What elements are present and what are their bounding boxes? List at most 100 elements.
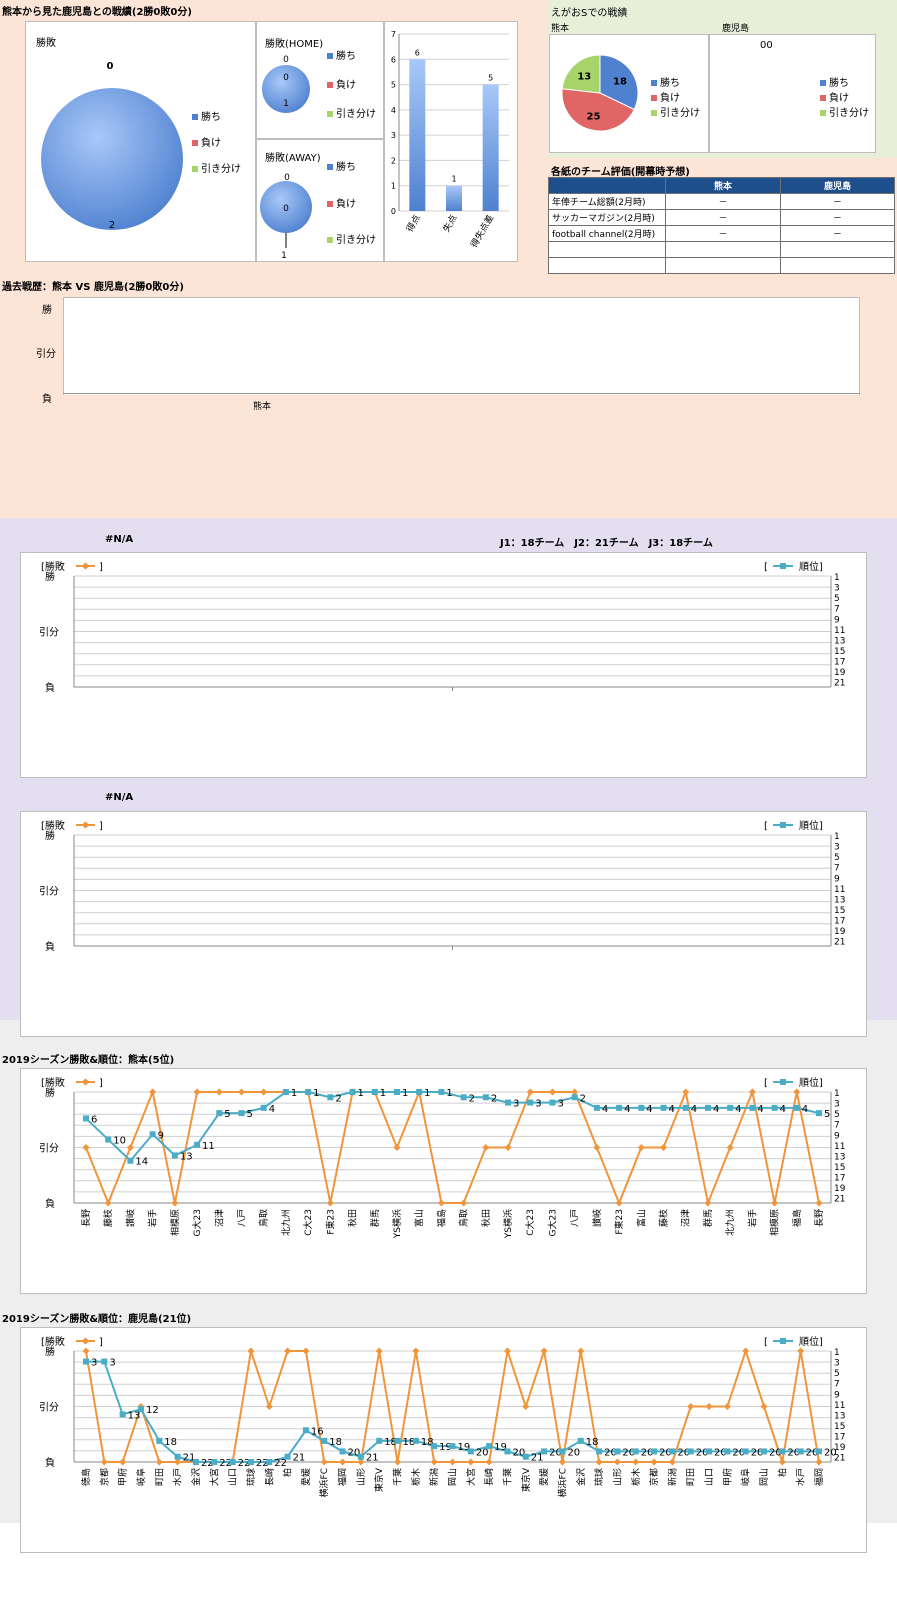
season-xtick-label: 柏 — [776, 1468, 788, 1477]
rank-point — [127, 1157, 134, 1164]
legend-win-label: 勝ち — [201, 112, 221, 123]
season-ytick-win: 勝 — [45, 1086, 55, 1099]
season-ytick-draw: 引分 — [39, 886, 59, 898]
result-point — [748, 1088, 756, 1096]
home-pie-label-win: 1 — [283, 99, 289, 109]
season-rank-tick: 15 — [834, 647, 845, 657]
result-point — [320, 1458, 328, 1466]
rank-point — [211, 1459, 218, 1465]
result-point — [668, 1458, 676, 1466]
legend-result-marker-icon — [81, 1337, 90, 1345]
rank-point — [727, 1104, 734, 1111]
rank-point — [284, 1453, 291, 1460]
rank-data-label: 4 — [691, 1104, 697, 1115]
rank-point — [260, 1104, 267, 1111]
result-point — [375, 1347, 383, 1355]
result-point — [460, 1199, 468, 1207]
rank-point — [194, 1141, 201, 1148]
egao-kumamoto-pie-svg: 18 25 13 — [561, 54, 639, 132]
result-point — [797, 1347, 805, 1355]
goals-ytick-label: 6 — [391, 55, 396, 64]
egao-pie-value-win: 18 — [613, 76, 627, 87]
season-xtick-label: 福岡 — [337, 1468, 349, 1486]
rank-point — [742, 1448, 749, 1455]
rank-point — [467, 1448, 474, 1455]
rank-point — [522, 1453, 529, 1460]
rank-data-label: 1 — [380, 1088, 386, 1099]
season-ytick-draw: 引分 — [39, 1143, 59, 1155]
result-point — [660, 1144, 668, 1151]
season-xtick-label: 町田 — [154, 1468, 165, 1486]
rank-point — [651, 1448, 658, 1455]
result-point — [215, 1088, 223, 1096]
rank-data-label: 4 — [757, 1104, 763, 1115]
season-rank-tick: 17 — [834, 1433, 845, 1443]
goals-ytick-label: 0 — [391, 207, 396, 216]
result-point — [742, 1347, 750, 1355]
result-point — [778, 1458, 786, 1466]
season-rank-tick: 5 — [834, 853, 840, 863]
history-xlabel: 熊本 — [253, 402, 272, 412]
rank-point — [779, 1448, 786, 1455]
result-point — [149, 1088, 157, 1096]
eval-cell — [780, 257, 895, 274]
goals-ytick-label: 5 — [391, 81, 396, 90]
season-xtick-label: 山口 — [704, 1468, 715, 1486]
season-xtick-label: F東23 — [324, 1209, 336, 1235]
result-point — [613, 1458, 621, 1466]
legend-result-close: ] — [99, 562, 103, 573]
result-point — [615, 1199, 623, 1207]
rank-data-label: 1 — [446, 1088, 452, 1099]
rank-point — [559, 1448, 566, 1455]
season-rank-tick: 9 — [834, 1390, 840, 1400]
win-swatch-icon — [651, 80, 657, 86]
overall-legend-win: 勝ち — [192, 108, 221, 123]
legend-result-close: ] — [99, 1337, 103, 1348]
eval-cell: － — [780, 225, 895, 242]
eval-header-kumamoto: 熊本 — [665, 177, 781, 194]
season-xtick-label: 愛媛 — [538, 1468, 550, 1486]
rank-point — [438, 1089, 445, 1095]
rank-point — [449, 1443, 456, 1450]
result-point — [339, 1458, 347, 1466]
season-xtick-label: 千葉 — [501, 1468, 513, 1486]
rank-data-label: 18 — [164, 1437, 177, 1448]
result-point — [682, 1088, 690, 1096]
eval-table-title: 各紙のチーム評価(開幕時予想) — [551, 167, 690, 178]
season-xtick-label: 八戸 — [236, 1209, 247, 1227]
rank-point — [632, 1448, 639, 1455]
rank-point — [266, 1459, 273, 1465]
overall-pie-panel: 勝敗 0 2 勝ち 負け 引き分け — [25, 21, 256, 262]
eval-row-label: 年俸チーム総額(2月時) — [548, 193, 666, 210]
result-point — [394, 1458, 402, 1466]
home-pie-label-loss: 0 — [283, 73, 289, 83]
result-point — [247, 1347, 255, 1355]
rank-data-label: 4 — [602, 1104, 608, 1115]
goals-bar — [409, 59, 426, 212]
goals-bar-value: 5 — [488, 74, 493, 83]
history-plot-area — [63, 297, 860, 395]
loss-swatch-icon — [820, 95, 826, 101]
rank-point — [816, 1110, 822, 1117]
season-xtick-label: 岩手 — [746, 1209, 758, 1227]
result-point — [540, 1347, 548, 1355]
season-rank-tick: 21 — [834, 679, 845, 689]
result-point — [155, 1458, 163, 1466]
season-xtick-label: 岩手 — [147, 1209, 159, 1227]
season-xtick-label: 岐阜 — [135, 1468, 147, 1486]
rank-data-label: 3 — [91, 1358, 97, 1369]
win-swatch-icon — [820, 80, 826, 86]
season-rank-tick: 17 — [834, 1174, 845, 1184]
legend-win-label: 勝ち — [660, 78, 680, 89]
away-pie-label-draw: 1 — [281, 251, 287, 261]
away-pie-panel: 勝敗(AWAY) 0 0 1 勝ち 負け 引き分け — [256, 139, 384, 262]
season-xtick-label: 富山 — [413, 1209, 425, 1227]
result-point — [82, 1144, 90, 1151]
legend-draw-label: 引き分け — [336, 109, 376, 120]
rank-data-label: 4 — [735, 1104, 741, 1115]
result-point — [704, 1199, 712, 1207]
win-swatch-icon — [327, 164, 333, 170]
rank-data-label: 14 — [135, 1157, 148, 1168]
season-xtick-label: 横浜FC — [318, 1468, 330, 1497]
overall-legend-draw: 引き分け — [192, 160, 241, 175]
